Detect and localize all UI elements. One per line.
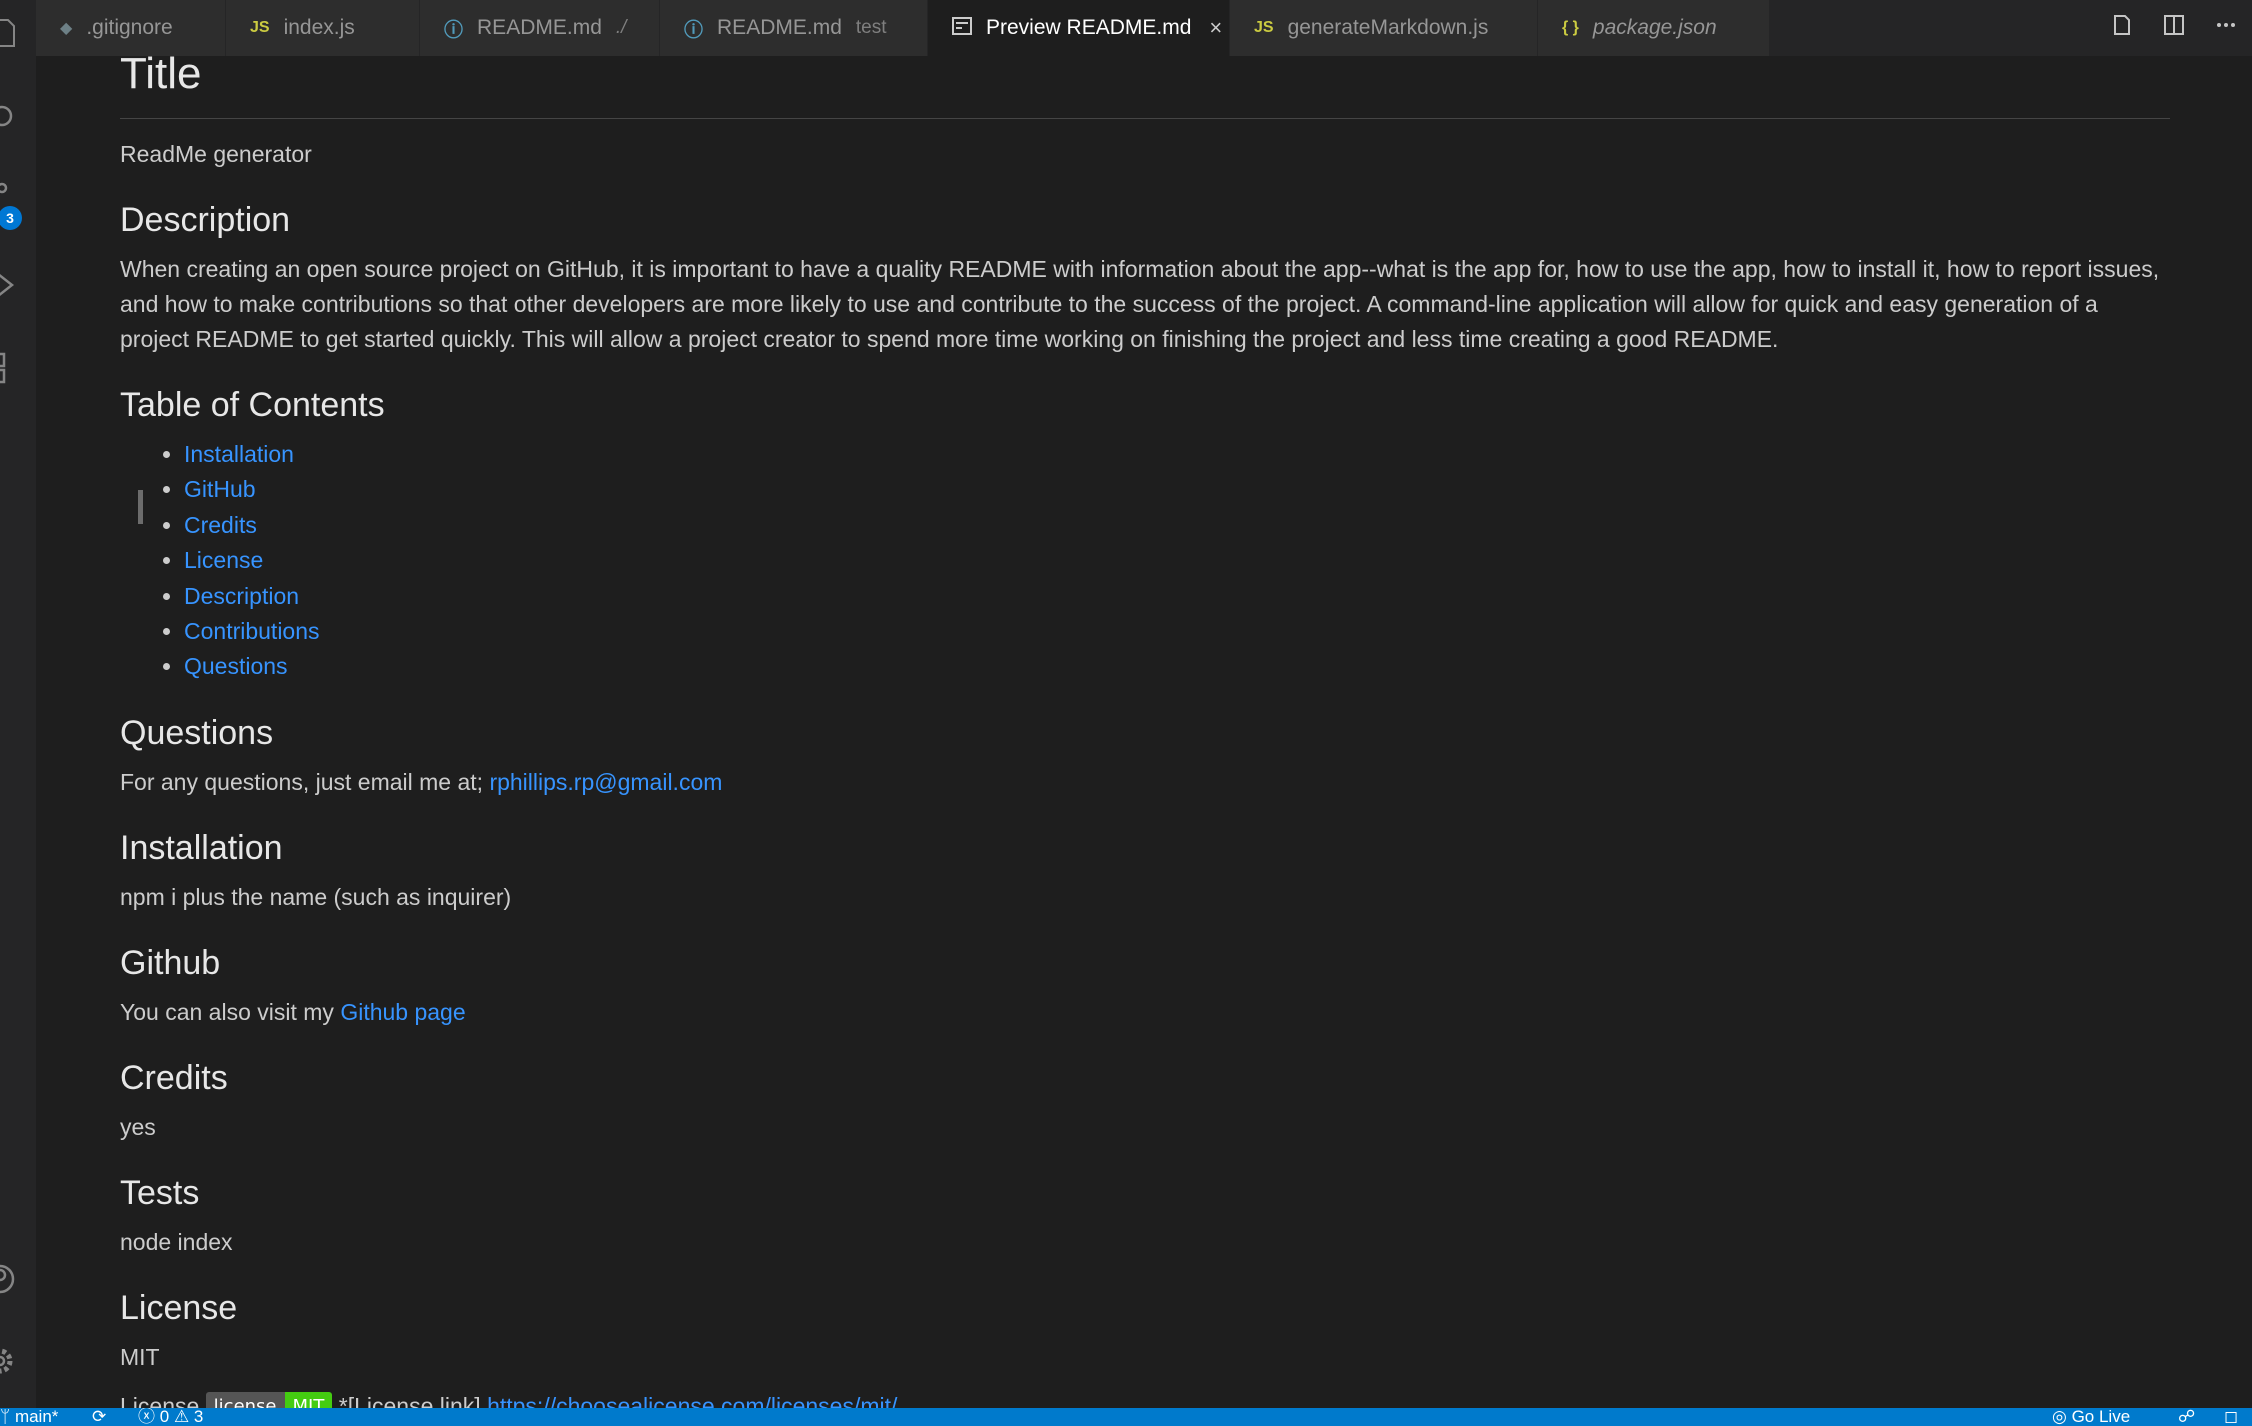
toc-item: Credits: [184, 508, 2170, 543]
tab-readme-test[interactable]: ⓘ README.md test: [660, 0, 928, 56]
open-source-icon[interactable]: [2096, 14, 2148, 42]
license-line: License license MIT *[License link] https…: [120, 1389, 2170, 1408]
tab-index-js[interactable]: JS index.js: [226, 0, 420, 56]
toc-link-installation[interactable]: Installation: [184, 441, 294, 467]
run-debug-icon[interactable]: [0, 268, 22, 302]
preview-icon: [952, 16, 972, 40]
editor-tab-bar: ◆ .gitignore JS index.js ⓘ README.md ./ …: [36, 0, 2252, 56]
tab-label: README.md: [717, 16, 842, 39]
readme-title: Title: [120, 56, 2170, 119]
branch-indicator[interactable]: ᛘ main*: [0, 1408, 58, 1426]
toc-link-contributions[interactable]: Contributions: [184, 618, 320, 644]
toc-heading: Table of Contents: [120, 386, 385, 424]
feedback-icon[interactable]: ☍: [2178, 1408, 2195, 1426]
split-editor-icon[interactable]: [2148, 14, 2200, 42]
status-bar: ᛘ main* ⟳ ⓧ 0 ⚠ 3 ◎ Go Live ☍ ◻: [0, 1408, 2252, 1426]
badge-label: license: [205, 1391, 285, 1408]
tab-gitignore[interactable]: ◆ .gitignore: [36, 0, 226, 56]
sync-icon[interactable]: ⟳: [92, 1408, 106, 1426]
tab-label: package.json: [1592, 16, 1717, 39]
error-icon: ⓧ: [138, 1408, 155, 1426]
github-heading: Github: [120, 943, 221, 982]
tab-preview-readme[interactable]: Preview README.md ×: [928, 0, 1230, 56]
toc-link-description[interactable]: Description: [184, 583, 299, 609]
tab-label: Preview README.md: [986, 16, 1192, 39]
credits-heading: Credits: [120, 1058, 228, 1097]
tab-label: generateMarkdown.js: [1287, 16, 1489, 39]
tab-package-json[interactable]: { } package.json: [1538, 0, 1770, 56]
toc-item: Questions: [184, 649, 2170, 684]
notifications-icon[interactable]: ◻: [2224, 1408, 2238, 1426]
github-text: You can also visit my: [120, 998, 341, 1025]
license-url-link[interactable]: https://choosealicense.com/licenses/mit/: [487, 1393, 897, 1408]
description-text: When creating an open source project on …: [120, 256, 2160, 352]
github-paragraph: You can also visit my Github page: [120, 995, 2170, 1030]
go-live-label: Go Live: [2071, 1408, 2131, 1426]
toc-item: GitHub: [184, 472, 2170, 507]
branch-name: main*: [14, 1408, 59, 1426]
editor-actions: [2096, 0, 2252, 56]
json-icon: { }: [1562, 19, 1579, 36]
markdown-preview: Title ReadMe generator Description When …: [120, 56, 2170, 1408]
license-heading: License: [120, 1288, 238, 1327]
info-icon: ⓘ: [444, 19, 464, 41]
search-icon[interactable]: [0, 100, 22, 134]
source-control-badge: 3: [0, 206, 22, 230]
toc-link-questions[interactable]: Questions: [184, 653, 288, 679]
license-badge: license MIT: [205, 1391, 333, 1408]
installation-heading: Installation: [120, 828, 283, 867]
toc-item: License: [184, 543, 2170, 578]
toc-link-github[interactable]: GitHub: [184, 476, 256, 502]
more-actions-icon[interactable]: [2200, 14, 2252, 42]
toc-item: Contributions: [184, 614, 2170, 649]
email-link[interactable]: rphillips.rp@gmail.com: [489, 769, 722, 795]
license-line-prefix: License: [120, 1392, 200, 1408]
activity-bar: 3: [0, 0, 36, 1408]
info-icon: ⓘ: [684, 19, 704, 41]
close-icon[interactable]: ×: [1209, 15, 1222, 41]
questions-paragraph: For any questions, just email me at; rph…: [120, 765, 2170, 800]
tests-heading: Tests: [120, 1173, 200, 1212]
description-heading: Description: [120, 201, 291, 239]
git-icon: ◆: [60, 20, 73, 37]
tests-text: node index: [120, 1228, 233, 1255]
installation-text: npm i plus the name (such as inquirer): [120, 883, 512, 910]
selection-marker: [138, 490, 143, 524]
error-count: 0: [159, 1408, 170, 1426]
js-icon: JS: [1254, 19, 1274, 36]
questions-heading: Questions: [120, 713, 274, 752]
accounts-icon[interactable]: [0, 1262, 22, 1296]
license-text: MIT: [120, 1343, 160, 1370]
tab-label: .gitignore: [86, 16, 173, 39]
title-text: ReadMe generator: [120, 141, 312, 167]
js-icon: JS: [250, 19, 270, 36]
tab-generate-markdown-js[interactable]: JS generateMarkdown.js: [1230, 0, 1538, 56]
badge-value: MIT: [284, 1391, 333, 1408]
settings-gear-icon[interactable]: [0, 1344, 22, 1378]
tab-label: index.js: [283, 16, 355, 39]
toc-list: Installation GitHub Credits License Desc…: [120, 437, 2170, 685]
toc-link-license[interactable]: License: [184, 547, 263, 573]
toc-link-credits[interactable]: Credits: [184, 512, 257, 538]
tab-label: README.md: [477, 16, 602, 39]
tab-readme-root[interactable]: ⓘ README.md ./: [420, 0, 660, 56]
credits-text: yes: [120, 1113, 156, 1140]
warning-icon: ⚠: [173, 1408, 190, 1426]
explorer-icon[interactable]: [0, 16, 22, 50]
go-live-button[interactable]: ◎ Go Live: [2052, 1408, 2130, 1426]
questions-text: For any questions, just email me at;: [120, 768, 490, 795]
problems-indicator[interactable]: ⓧ 0 ⚠ 3: [138, 1408, 203, 1426]
branch-icon: ᛘ: [0, 1408, 15, 1426]
tab-description: ./: [615, 17, 627, 38]
license-link-text: *[License link]: [338, 1392, 481, 1408]
github-page-link[interactable]: Github page: [340, 999, 465, 1025]
extensions-icon[interactable]: [0, 350, 22, 384]
toc-item: Installation: [184, 437, 2170, 472]
toc-item: Description: [184, 579, 2170, 614]
warning-count: 3: [193, 1408, 204, 1426]
tab-description: test: [855, 17, 887, 38]
broadcast-icon: ◎: [2052, 1408, 2072, 1426]
